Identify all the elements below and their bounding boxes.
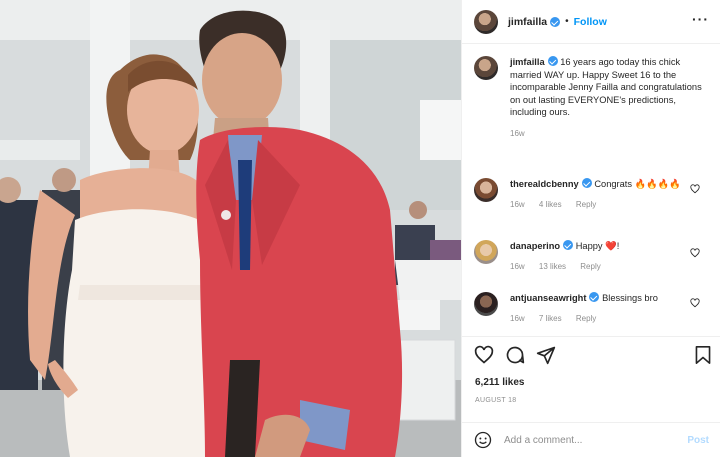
comment-likes[interactable]: 4 likes: [539, 200, 562, 209]
comment-text: Happy ❤️!: [575, 241, 620, 251]
comment-text: Blessings bro: [602, 293, 658, 303]
commenter-avatar[interactable]: [474, 178, 498, 202]
comment-likes[interactable]: 13 likes: [539, 262, 566, 271]
commenter-avatar[interactable]: [474, 240, 498, 264]
instagram-post: jimfailla • Follow ··· jimfailla 16 year…: [0, 0, 720, 457]
heart-icon[interactable]: [474, 345, 494, 365]
caption-avatar[interactable]: [474, 56, 498, 80]
comment: therealdcbenny Congrats 🔥🔥🔥🔥 16w 4 likes…: [474, 178, 714, 211]
separator-dot: •: [565, 16, 569, 27]
comment-heart-icon[interactable]: [690, 298, 700, 308]
post-photo[interactable]: [0, 0, 461, 457]
post-actions: 6,211 likes AUGUST 18: [462, 336, 720, 404]
follow-button[interactable]: Follow: [574, 16, 607, 28]
comment: danaperino Happy ❤️! 16w 13 likes Reply: [474, 240, 714, 273]
post-header: jimfailla • Follow ···: [462, 0, 720, 44]
comment-input[interactable]: Add a comment...: [504, 435, 582, 446]
post-date: AUGUST 18: [475, 397, 517, 404]
author-username[interactable]: jimfailla: [508, 16, 547, 28]
comment-likes[interactable]: 7 likes: [539, 314, 562, 323]
commenter-avatar[interactable]: [474, 292, 498, 316]
comment-time: 16w: [510, 313, 525, 323]
reply-button[interactable]: Reply: [576, 200, 596, 209]
add-comment-bar: Add a comment... Post: [462, 422, 720, 457]
share-icon[interactable]: [536, 345, 556, 365]
caption-timestamp: 16w: [510, 128, 525, 138]
comment-heart-icon[interactable]: [690, 248, 700, 258]
comment-username[interactable]: danaperino: [510, 241, 560, 251]
reply-button[interactable]: Reply: [580, 262, 600, 271]
verified-icon: [563, 240, 574, 250]
post-side-panel: jimfailla • Follow ··· jimfailla 16 year…: [461, 0, 720, 457]
verified-icon: [547, 56, 558, 66]
comment-username[interactable]: therealdcbenny: [510, 179, 579, 189]
likes-count[interactable]: 6,211 likes: [475, 377, 525, 388]
caption-username[interactable]: jimfailla: [510, 57, 545, 67]
post-comment-button[interactable]: Post: [687, 435, 709, 446]
comment-icon[interactable]: [505, 345, 525, 365]
comment-heart-icon[interactable]: [690, 184, 700, 194]
comment-time: 16w: [510, 261, 525, 271]
comment: antjuanseawright Blessings bro 16w 7 lik…: [474, 292, 714, 325]
wedding-photo-illustration: [0, 0, 461, 457]
author-avatar[interactable]: [474, 9, 498, 34]
verified-icon: [589, 292, 600, 302]
verified-icon: [550, 16, 561, 27]
more-icon[interactable]: ···: [692, 12, 709, 26]
bookmark-icon[interactable]: [694, 345, 712, 365]
comment-username[interactable]: antjuanseawright: [510, 293, 586, 303]
comment-time: 16w: [510, 199, 525, 209]
comment-text: Congrats 🔥🔥🔥🔥: [594, 179, 681, 189]
post-caption: jimfailla 16 years ago today this chick …: [474, 56, 712, 140]
reply-button[interactable]: Reply: [576, 314, 596, 323]
emoji-icon[interactable]: [474, 431, 492, 449]
verified-icon: [581, 178, 592, 188]
